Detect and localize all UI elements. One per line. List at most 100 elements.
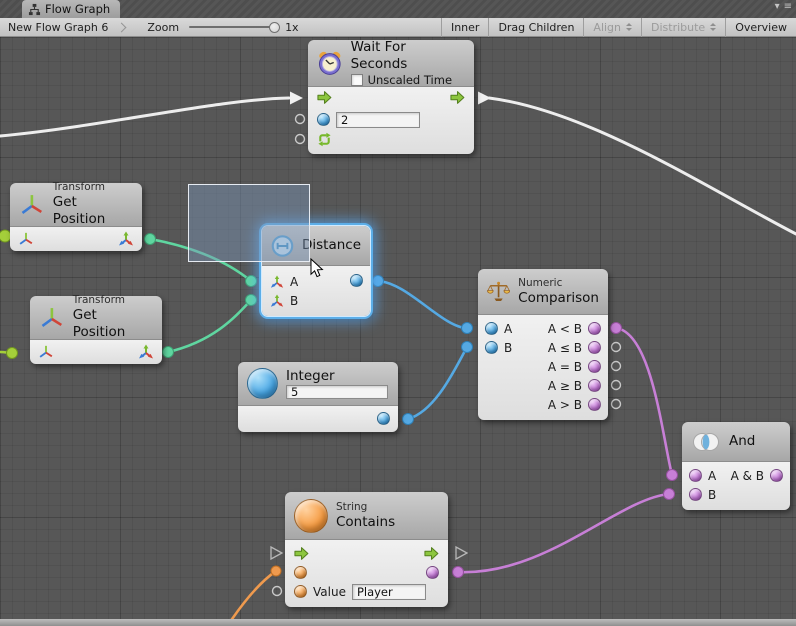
contains-flow-out-unconnected-arrow[interactable] [456, 547, 467, 559]
node-string-contains[interactable]: String Contains Value [285, 492, 448, 607]
comparison-less-output-dot[interactable] [611, 323, 622, 334]
output-greater-label: A > B [485, 398, 582, 412]
wire-flow-out[interactable] [489, 98, 796, 235]
node-get-position-bottom[interactable]: Transform Get Position [30, 296, 162, 364]
contains-result-output-dot[interactable] [453, 567, 464, 578]
node-subtitle: Transform [73, 294, 153, 307]
transform-target-port-icon[interactable] [18, 231, 34, 247]
tab-menu-icon[interactable]: ≡ [784, 2, 792, 12]
integer-output-port[interactable] [377, 412, 390, 425]
flow-in-port-icon[interactable] [317, 90, 332, 105]
tab-flow-graph[interactable]: Flow Graph [22, 0, 120, 18]
transform-target-port-icon[interactable] [38, 344, 54, 360]
overview-button[interactable]: Overview [725, 18, 796, 37]
distance-output-port[interactable] [350, 274, 363, 287]
get-position-bottom-target-dot[interactable] [7, 348, 18, 359]
contains-target-input-dot[interactable] [271, 566, 281, 576]
node-title: Integer [286, 368, 388, 385]
flow-graph-window: Flow Graph ▾ ≡ New Flow Graph 6 Zoom 1x … [0, 0, 796, 626]
contains-target-port[interactable] [294, 566, 307, 579]
vector3-output-port-icon[interactable] [138, 344, 154, 360]
comparison-equal-port[interactable] [588, 360, 601, 373]
alarm-clock-icon [317, 50, 343, 76]
transform-icon [19, 192, 45, 218]
contains-result-port[interactable] [426, 566, 439, 579]
wire-string-target[interactable] [230, 571, 276, 619]
wire-distance-result[interactable] [378, 281, 467, 328]
comparison-b-input-dot[interactable] [462, 342, 473, 353]
distance-a-input-dot[interactable] [246, 276, 257, 287]
node-get-position-top[interactable]: Transform Get Position [10, 183, 142, 251]
output-lessequal-label: A ≤ B [524, 341, 582, 355]
inner-button[interactable]: Inner [441, 18, 488, 37]
wire-position-b[interactable] [168, 300, 251, 352]
zoom-slider[interactable] [189, 26, 275, 28]
wire-flow-in[interactable] [0, 98, 289, 136]
comparison-equal-unconnected-port[interactable] [612, 362, 621, 371]
venn-and-icon [691, 432, 721, 452]
flow-out-arrow[interactable] [478, 92, 491, 105]
distribute-dropdown[interactable]: Distribute [641, 18, 725, 37]
comparison-lessequal-port[interactable] [588, 341, 601, 354]
graph-canvas[interactable]: Wait For Seconds Unscaled Time [0, 37, 796, 619]
value-label: Value [313, 585, 346, 599]
contains-flow-in-unconnected-arrow[interactable] [271, 547, 282, 559]
drag-children-button[interactable]: Drag Children [488, 18, 583, 37]
node-wait-for-seconds[interactable]: Wait For Seconds Unscaled Time [308, 40, 474, 154]
breadcrumb[interactable]: New Flow Graph 6 [0, 21, 114, 34]
tab-dropdown-icon[interactable]: ▾ [775, 2, 780, 12]
comparison-greaterequal-unconnected-port[interactable] [612, 381, 621, 390]
distribute-popup-arrows-icon [710, 23, 716, 31]
get-position-bottom-output-dot[interactable] [163, 347, 174, 358]
flow-in-arrow[interactable] [290, 92, 303, 105]
comparison-greater-unconnected-port[interactable] [612, 400, 621, 409]
output-less-label: A < B [524, 322, 582, 336]
comparison-greater-port[interactable] [588, 398, 601, 411]
flow-in-port-icon[interactable] [294, 546, 309, 561]
transform-icon [39, 305, 65, 331]
seconds-port[interactable] [317, 113, 330, 126]
comparison-a-input-dot[interactable] [462, 323, 473, 334]
integer-output-dot[interactable] [403, 414, 414, 425]
wire-contains-result[interactable] [458, 494, 669, 572]
wait-seconds-unconnected-port[interactable] [296, 115, 305, 124]
wait-loop-unconnected-port[interactable] [296, 135, 305, 144]
and-b-port[interactable] [689, 488, 702, 501]
vector3-port-icon[interactable] [270, 294, 284, 308]
and-a-input-dot[interactable] [667, 470, 678, 481]
contains-value-input[interactable] [352, 584, 426, 600]
node-and[interactable]: And A A & B B [682, 422, 790, 510]
node-integer[interactable]: Integer [238, 362, 398, 432]
zoom-slider-knob[interactable] [269, 22, 280, 33]
comparison-lessequal-unconnected-port[interactable] [612, 343, 621, 352]
comparison-b-port[interactable] [485, 341, 498, 354]
flow-out-port-icon[interactable] [424, 546, 439, 561]
align-dropdown[interactable]: Align [583, 18, 641, 37]
distance-output-dot[interactable] [373, 276, 384, 287]
unscaled-time-checkbox[interactable] [351, 74, 363, 86]
seconds-input[interactable] [336, 112, 420, 128]
string-icon [294, 499, 328, 533]
get-position-top-output-dot[interactable] [145, 234, 156, 245]
integer-value-input[interactable] [286, 385, 388, 399]
align-popup-arrows-icon [626, 23, 632, 31]
vector3-output-port-icon[interactable] [118, 231, 134, 247]
and-output-port[interactable] [770, 469, 783, 482]
flow-out-port-icon[interactable] [450, 90, 465, 105]
wire-integer-value[interactable] [408, 347, 467, 419]
node-title: Distance [302, 237, 361, 254]
comparison-greaterequal-port[interactable] [588, 379, 601, 392]
loop-port-icon[interactable] [317, 132, 332, 147]
vector3-port-icon[interactable] [270, 275, 284, 289]
contains-value-port[interactable] [294, 585, 307, 598]
and-a-port[interactable] [689, 469, 702, 482]
distance-b-input-dot[interactable] [246, 295, 257, 306]
comparison-a-port[interactable] [485, 322, 498, 335]
node-title: And [729, 433, 755, 450]
node-numeric-comparison[interactable]: Numeric Comparison A A < B B A ≤ B [478, 269, 608, 420]
comparison-less-port[interactable] [588, 322, 601, 335]
wire-comparison-result[interactable] [616, 328, 672, 475]
contains-value-unconnected-port[interactable] [273, 587, 282, 596]
flow-graph-icon [28, 3, 41, 16]
and-b-input-dot[interactable] [664, 489, 675, 500]
